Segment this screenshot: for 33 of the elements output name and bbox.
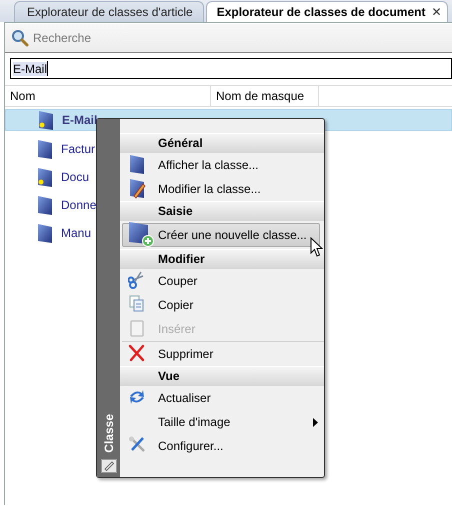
menu-section-header: Vue xyxy=(120,366,324,386)
column-header[interactable]: Nom xyxy=(5,86,211,106)
menu-item[interactable]: Configurer... xyxy=(120,434,324,458)
pencil-icon xyxy=(100,459,116,473)
menu-item[interactable]: Afficher la classe... xyxy=(120,153,324,177)
scissors-icon xyxy=(128,271,146,291)
tab[interactable]: Explorateur de classes d'article xyxy=(14,1,204,22)
new-class-icon xyxy=(128,222,154,246)
menu-section-header: Modifier xyxy=(120,249,324,269)
menu-item[interactable]: Copier xyxy=(120,293,324,317)
filter-field[interactable]: E-Mail xyxy=(10,58,452,79)
tab[interactable]: Explorateur de classes de document ✕ xyxy=(206,1,448,22)
search-icon xyxy=(11,29,29,47)
menu-item[interactable]: Actualiser xyxy=(120,386,324,410)
menu-item[interactable]: Couper xyxy=(120,269,324,293)
menu-item[interactable]: Supprimer xyxy=(120,342,324,366)
row-name: Donne xyxy=(61,198,96,212)
row-name: E-Mail xyxy=(62,113,98,127)
close-icon[interactable]: ✕ xyxy=(431,5,442,19)
class-icon xyxy=(128,155,146,175)
menu-section-header: Général xyxy=(120,133,324,153)
cross-icon xyxy=(128,344,146,364)
menu-item[interactable]: Créer une nouvelle classe... xyxy=(122,223,320,247)
row-name: Manu xyxy=(61,226,92,240)
menu-item[interactable]: Modifier la classe... xyxy=(120,177,324,201)
menu-side-label: Classe xyxy=(102,414,116,453)
menu-item[interactable]: Taille d'image xyxy=(120,410,324,434)
row-name: Docu xyxy=(61,170,90,184)
mouse-cursor-icon xyxy=(310,237,323,257)
column-header[interactable]: Nom de masque xyxy=(211,86,319,106)
edit-class-icon xyxy=(128,179,146,199)
clipboard-icon xyxy=(128,319,146,339)
row-name: Factur xyxy=(61,142,96,156)
